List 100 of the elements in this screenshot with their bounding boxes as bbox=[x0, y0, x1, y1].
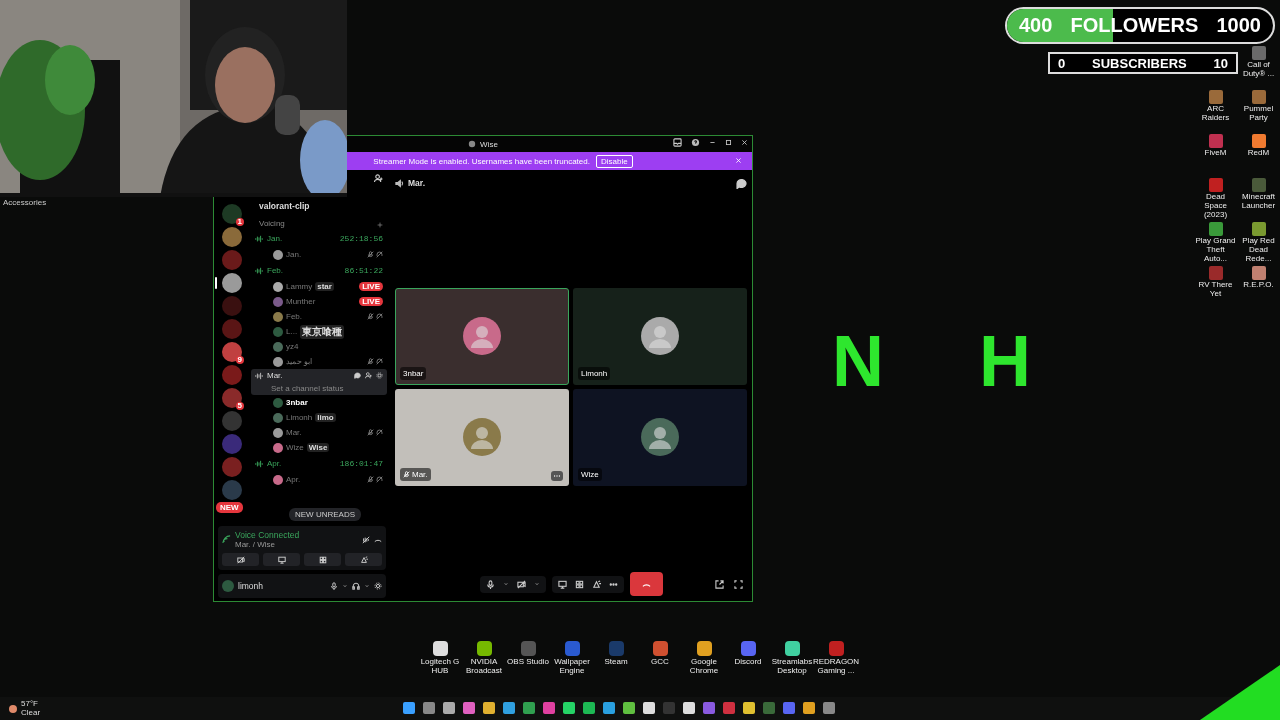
taskbar-app-icon[interactable] bbox=[583, 702, 595, 714]
text-channel[interactable]: valorant-clip bbox=[251, 200, 387, 212]
app-icon[interactable] bbox=[696, 641, 712, 656]
taskbar-app-icon[interactable] bbox=[523, 702, 535, 714]
user-name[interactable]: Wize bbox=[286, 443, 304, 452]
app-label[interactable]: NVIDIA Broadcast bbox=[462, 658, 506, 676]
help-icon[interactable] bbox=[691, 138, 700, 147]
user-name[interactable]: Lammy bbox=[286, 282, 313, 291]
taskbar-app-icon[interactable] bbox=[603, 702, 615, 714]
app-label[interactable]: GCC bbox=[651, 658, 669, 667]
taskbar-app-icon[interactable] bbox=[503, 702, 515, 714]
app-label[interactable]: Streamlabs Desktop bbox=[770, 658, 814, 676]
soundboard-icon[interactable] bbox=[591, 579, 601, 589]
app-label[interactable]: R.E.P.O. bbox=[1237, 281, 1280, 290]
camera-off-icon[interactable] bbox=[516, 579, 526, 589]
app-icon[interactable] bbox=[1251, 266, 1266, 280]
more-button[interactable] bbox=[551, 470, 563, 481]
app-label[interactable]: ARC Raiders bbox=[1194, 105, 1237, 123]
activities-button[interactable] bbox=[304, 553, 341, 566]
camera-button[interactable] bbox=[222, 553, 259, 566]
app-label[interactable]: Wallpaper Engine bbox=[550, 658, 594, 676]
new-unreads-button[interactable]: NEW UNREADS bbox=[289, 508, 361, 521]
taskbar-app-icon[interactable] bbox=[543, 702, 555, 714]
caret-icon[interactable] bbox=[364, 583, 370, 589]
headphones-icon[interactable] bbox=[352, 582, 360, 590]
taskbar-app-icon[interactable] bbox=[823, 702, 835, 714]
disable-button[interactable]: Disable bbox=[595, 154, 633, 168]
chat-icon[interactable] bbox=[736, 177, 747, 189]
app-label[interactable]: Google Chrome bbox=[682, 658, 726, 676]
user-name[interactable]: yz4 bbox=[286, 342, 299, 351]
caret-icon[interactable] bbox=[502, 581, 509, 587]
screen-share-icon[interactable] bbox=[557, 579, 567, 589]
settings-icon[interactable] bbox=[376, 372, 383, 379]
add-icon[interactable] bbox=[377, 222, 383, 228]
user-name[interactable]: Mar. bbox=[286, 428, 302, 437]
video-tile[interactable]: Limonh bbox=[573, 287, 747, 385]
caret-icon[interactable] bbox=[342, 583, 348, 589]
user-name[interactable]: Munther bbox=[286, 297, 316, 306]
app-icon[interactable] bbox=[1251, 134, 1266, 148]
app-label[interactable]: Steam bbox=[604, 658, 628, 667]
hang-up-button[interactable] bbox=[629, 572, 663, 596]
taskbar-app-icon[interactable] bbox=[563, 702, 575, 714]
taskbar-app-icon[interactable] bbox=[743, 702, 755, 714]
app-label[interactable]: OBS Studio bbox=[507, 658, 549, 667]
user-name[interactable]: ابو حميد bbox=[286, 357, 313, 366]
app-label[interactable]: Play Grand Theft Auto... bbox=[1194, 237, 1237, 264]
taskbar-app-icon[interactable] bbox=[443, 702, 455, 714]
voice-channel[interactable]: Apr. 186:01:47 bbox=[251, 455, 387, 472]
taskbar-app-icon[interactable] bbox=[803, 702, 815, 714]
taskbar-app-icon[interactable] bbox=[483, 702, 495, 714]
app-label[interactable]: Logitech G HUB bbox=[418, 658, 462, 676]
voice-channel-path[interactable]: Mar. / Wise bbox=[235, 540, 358, 549]
microphone-icon[interactable] bbox=[330, 582, 338, 590]
taskbar-app-icon[interactable] bbox=[763, 702, 775, 714]
app-label[interactable]: Discord bbox=[734, 658, 762, 667]
channel-status[interactable]: Set a channel status bbox=[255, 384, 383, 393]
voice-channel[interactable]: Mar. Set a channel status bbox=[251, 369, 387, 395]
taskbar-app-icon[interactable] bbox=[703, 702, 715, 714]
app-label[interactable]: RedM bbox=[1237, 149, 1280, 158]
app-label[interactable]: Dead Space (2023) bbox=[1194, 193, 1237, 220]
microphone-icon[interactable] bbox=[485, 579, 495, 589]
app-icon[interactable] bbox=[784, 641, 800, 656]
app-icon[interactable] bbox=[476, 641, 492, 656]
pop-out-icon[interactable] bbox=[715, 579, 724, 589]
activities-icon[interactable] bbox=[574, 579, 584, 589]
user-name[interactable]: L... bbox=[286, 327, 298, 336]
fullscreen-icon[interactable] bbox=[734, 579, 743, 589]
inbox-icon[interactable] bbox=[673, 138, 682, 147]
app-label[interactable]: FiveM bbox=[1194, 149, 1237, 158]
user-name[interactable]: 3nbar bbox=[286, 398, 308, 407]
close-icon[interactable] bbox=[741, 139, 748, 146]
app-label[interactable]: RV There Yet bbox=[1194, 281, 1237, 299]
app-label[interactable]: Pummel Party bbox=[1237, 105, 1280, 123]
video-tile[interactable]: 3nbar bbox=[395, 287, 569, 385]
minimize-icon[interactable] bbox=[709, 139, 716, 146]
video-tile[interactable]: Wize bbox=[573, 388, 747, 486]
user-name[interactable]: Limonh bbox=[286, 413, 313, 422]
taskbar-app-icon[interactable] bbox=[683, 702, 695, 714]
video-tile[interactable]: Mar. bbox=[395, 388, 569, 486]
add-friend-icon[interactable] bbox=[374, 174, 383, 183]
user-name[interactable]: limonh bbox=[238, 581, 326, 591]
taskbar-app-icon[interactable] bbox=[643, 702, 655, 714]
user-name[interactable]: Apr. bbox=[286, 475, 301, 484]
category-label[interactable]: Voicing bbox=[259, 219, 285, 228]
taskbar-app-icon[interactable] bbox=[783, 702, 795, 714]
taskbar-app-icon[interactable] bbox=[723, 702, 735, 714]
app-icon[interactable] bbox=[432, 641, 448, 656]
noise-off-icon[interactable] bbox=[362, 535, 370, 544]
taskbar-app-icon[interactable] bbox=[623, 702, 635, 714]
maximize-icon[interactable] bbox=[725, 139, 732, 146]
app-label[interactable]: Minecraft Launcher bbox=[1237, 193, 1280, 211]
user-name[interactable]: Feb. bbox=[286, 312, 302, 321]
soundboard-button[interactable] bbox=[345, 553, 382, 566]
screen-share-button[interactable] bbox=[263, 553, 300, 566]
caret-icon[interactable] bbox=[533, 581, 540, 587]
chat-icon[interactable] bbox=[354, 372, 361, 379]
settings-icon[interactable] bbox=[374, 582, 382, 590]
user-name[interactable]: Jan. bbox=[286, 250, 302, 259]
voice-channel[interactable]: Feb. 86:51:22 bbox=[251, 262, 387, 279]
taskbar-app-icon[interactable] bbox=[403, 702, 415, 714]
